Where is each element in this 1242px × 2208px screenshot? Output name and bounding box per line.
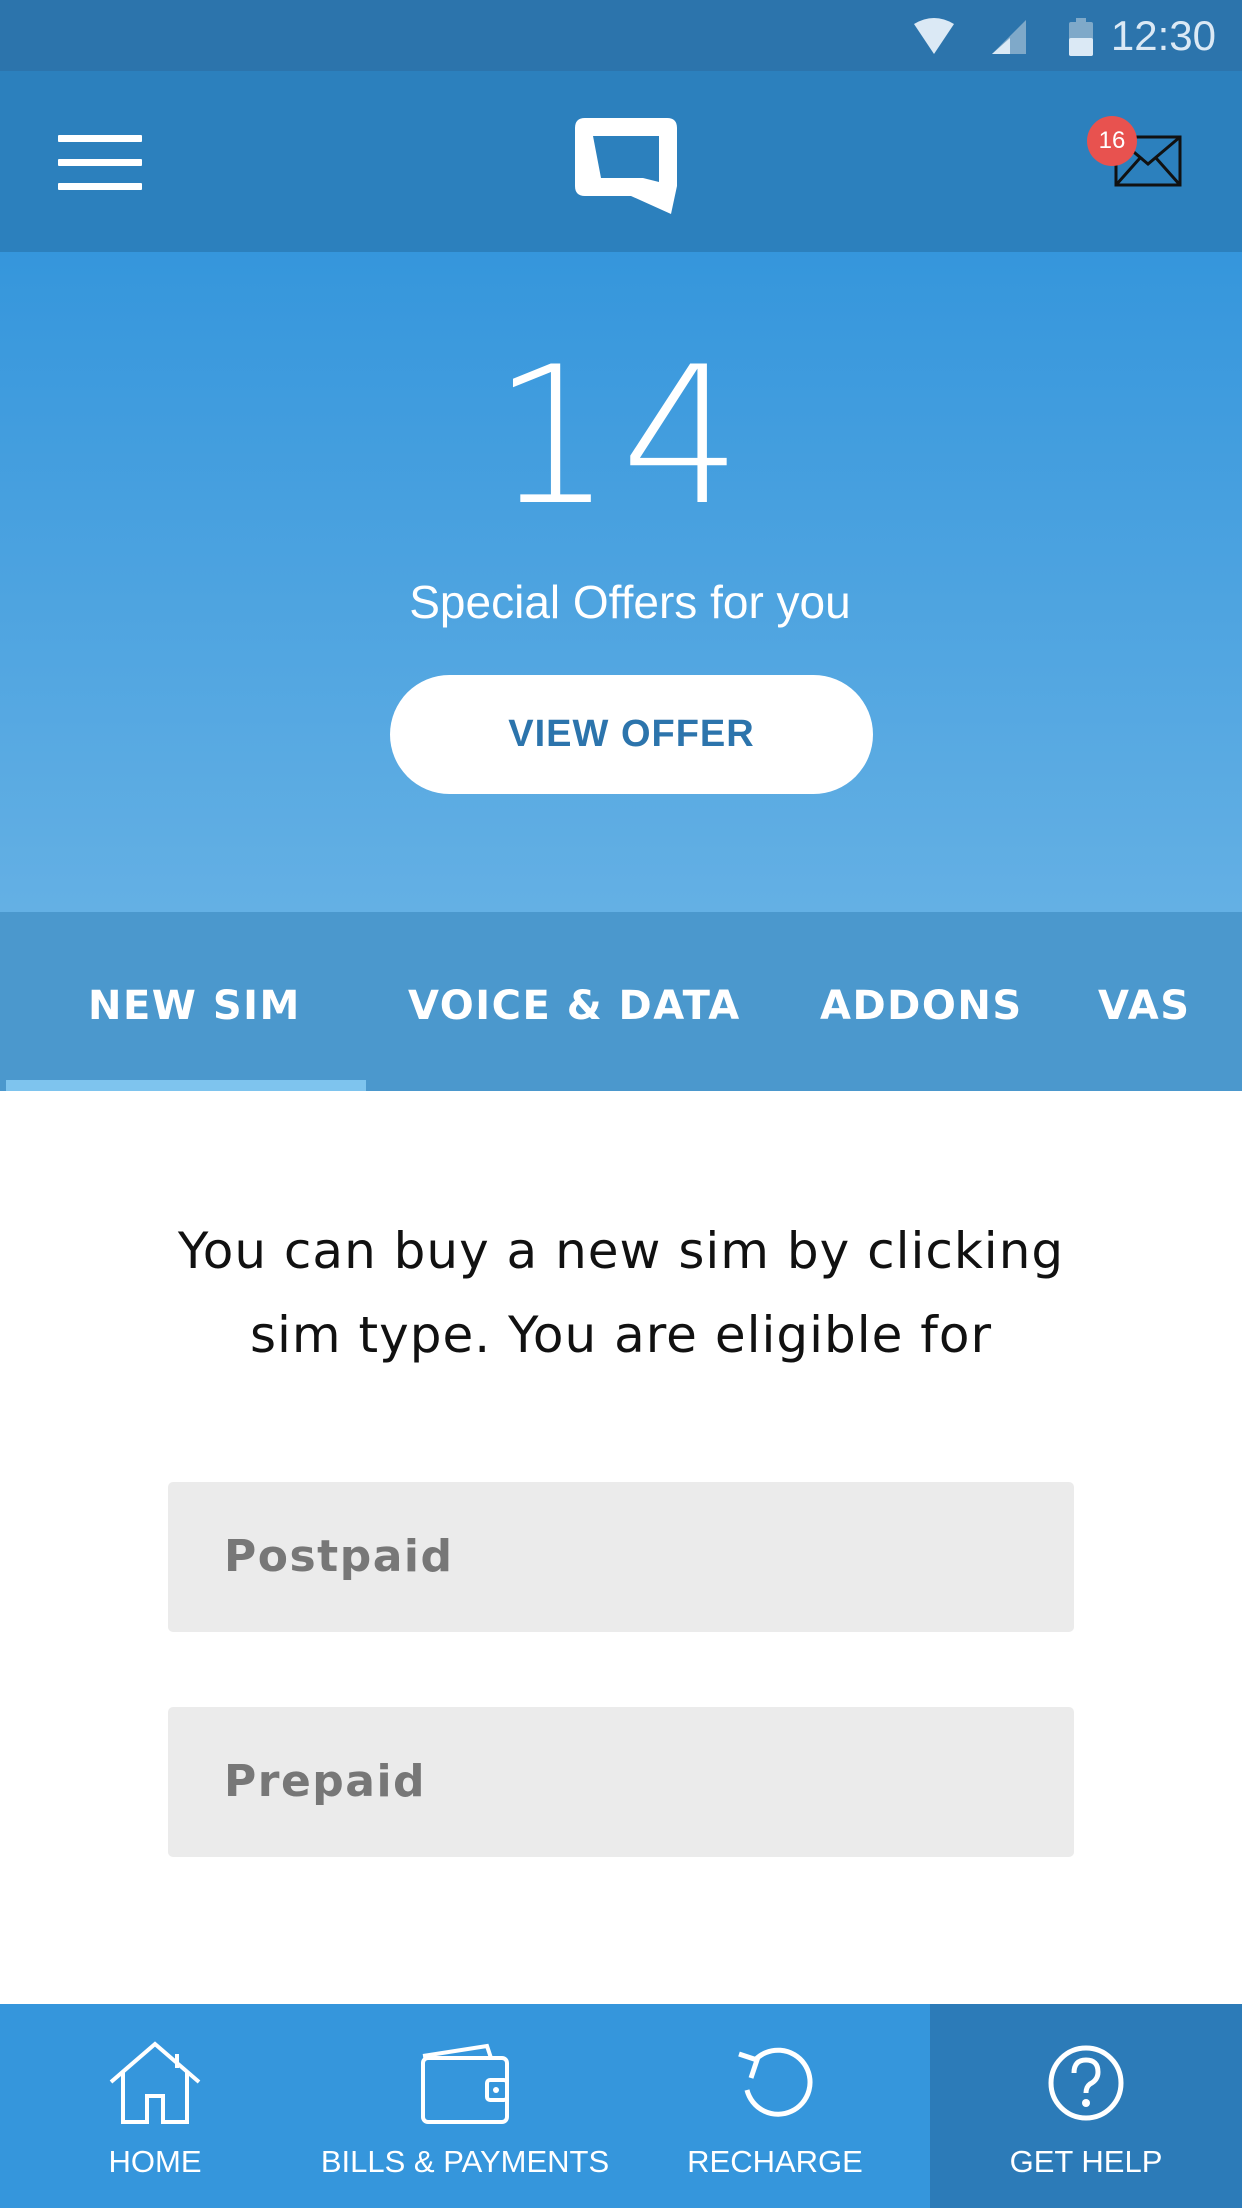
- nav-label: BILLS & PAYMENTS: [320, 2144, 610, 2179]
- help-icon: [1048, 2045, 1124, 2121]
- nav-label: HOME: [108, 2144, 202, 2179]
- nav-home[interactable]: HOME: [0, 2004, 310, 2208]
- nav-recharge[interactable]: RECHARGE: [620, 2004, 930, 2208]
- offer-subtitle: Special Offers for you: [409, 576, 851, 628]
- bottom-navigation: HOME BILLS & PAYMENTS RECHARGE GET HELP: [0, 2004, 1242, 2208]
- description-line: sim type. You are eligible for: [249, 1306, 993, 1364]
- home-icon: [109, 2041, 201, 2124]
- nav-bills-payments[interactable]: BILLS & PAYMENTS: [310, 2004, 620, 2208]
- wallet-icon: [421, 2043, 509, 2124]
- tab-vas[interactable]: VAS: [1098, 912, 1191, 1091]
- clock: 12:30: [1110, 12, 1216, 59]
- offers-hero: 14 Special Offers for you VIEW OFFER: [0, 252, 1242, 912]
- tab-new-sim[interactable]: NEW SIM: [88, 912, 301, 1091]
- tab-addons[interactable]: ADDONS: [820, 912, 1023, 1091]
- notification-badge: 16: [1087, 116, 1137, 166]
- wifi-icon: [912, 18, 956, 63]
- view-offer-button[interactable]: VIEW OFFER: [390, 675, 873, 794]
- status-bar: 12:30: [0, 0, 1242, 71]
- postpaid-option[interactable]: Postpaid: [168, 1482, 1074, 1632]
- description-line: You can buy a new sim by clicking: [177, 1222, 1065, 1280]
- brand-logo: [575, 118, 677, 214]
- option-label: Prepaid: [224, 1756, 427, 1807]
- nav-label: GET HELP: [1009, 2144, 1163, 2179]
- cell-signal-icon: [990, 18, 1028, 63]
- nav-get-help[interactable]: GET HELP: [930, 2004, 1242, 2208]
- offer-count: 14: [492, 326, 750, 547]
- active-tab-indicator: [6, 1080, 366, 1091]
- app-header: 16: [0, 71, 1242, 252]
- battery-icon: [1068, 18, 1094, 63]
- hamburger-menu-icon[interactable]: [58, 135, 142, 191]
- nav-label: RECHARGE: [687, 2144, 863, 2179]
- prepaid-option[interactable]: Prepaid: [168, 1707, 1074, 1857]
- new-sim-panel: You can buy a new sim by clicking sim ty…: [0, 1091, 1242, 2004]
- tab-voice-data[interactable]: VOICE & DATA: [408, 912, 741, 1091]
- option-label: Postpaid: [224, 1531, 454, 1582]
- sim-description: You can buy a new sim by clicking sim ty…: [120, 1209, 1122, 1377]
- category-tabs: NEW SIM VOICE & DATA ADDONS VAS: [0, 912, 1242, 1091]
- refresh-icon: [738, 2047, 813, 2117]
